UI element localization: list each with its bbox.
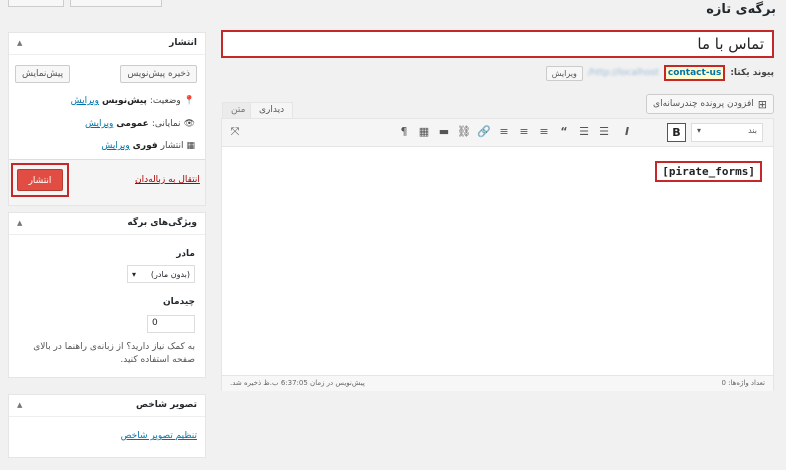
paragraph-mark-icon[interactable]: ¶ <box>397 125 411 139</box>
page-attributes-box: ویژگی‌های برگه ▲ مادر (بدون مادر) ▾ چیدم… <box>8 212 206 378</box>
status-label: وضعیت: <box>149 96 181 106</box>
media-icon: ⊞ <box>757 97 767 111</box>
featured-image-title: تصویر شاخص <box>136 400 197 410</box>
parent-select-value: (بدون مادر) <box>150 269 190 279</box>
add-media-button[interactable]: ⊞ افزودن پرونده چندرسانه‌ای <box>646 94 774 114</box>
fullscreen-icon[interactable]: ⤧ <box>228 125 242 139</box>
editor-toolbar: ⤧ ¶ ▦ ▬ ⛓ 🔗 ≡ ≡ ≡ “ ☰ ☰ I B بند ▾ <box>222 119 773 147</box>
publish-box-title: انتشار <box>169 38 197 48</box>
numbered-list-icon[interactable]: ☰ <box>577 125 591 139</box>
top-button-remnant[interactable] <box>8 0 64 7</box>
schedule-edit-link[interactable]: ویرایش <box>101 141 129 151</box>
unlink-icon[interactable]: ⛓ <box>457 125 471 139</box>
table-icon[interactable]: ▦ <box>417 125 431 139</box>
publish-label: انتشار <box>160 141 184 151</box>
editor-status-bar: پیش‌نویس در زمان 6:37:05 ب.ظ ذخیره شد. ت… <box>222 375 773 391</box>
status-row: 📍 وضعیت: پیش‌نویس ویرایش <box>71 96 195 106</box>
visibility-label: نمایانی: <box>151 119 181 129</box>
calendar-icon: ▦ <box>186 141 195 151</box>
pin-icon: 📍 <box>183 96 195 106</box>
eye-icon: 👁 <box>183 119 195 129</box>
collapse-arrow-icon[interactable]: ▲ <box>17 39 22 47</box>
bullet-list-icon[interactable]: ☰ <box>597 125 611 139</box>
toolbar-toggle-icon[interactable]: ▬ <box>437 125 451 139</box>
draft-saved-status: پیش‌نویس در زمان 6:37:05 ب.ظ ذخیره شد. <box>230 379 365 387</box>
visibility-value: عمومی <box>116 119 149 129</box>
quote-icon[interactable]: “ <box>557 125 571 139</box>
page-attributes-header[interactable]: ویژگی‌های برگه ▲ <box>9 213 205 235</box>
permalink-url: http://localhost/ <box>587 68 659 78</box>
featured-image-box: تصویر شاخص ▲ تنظیم تصویر شاخص <box>8 394 206 458</box>
order-label: چیدمان <box>163 297 195 307</box>
permalink-edit-button[interactable]: ویرایش <box>545 65 583 81</box>
align-center-icon[interactable]: ≡ <box>517 125 531 139</box>
parent-label: مادر <box>176 249 195 259</box>
set-featured-image-link[interactable]: تنظیم تصویر شاخص <box>121 431 197 441</box>
collapse-arrow-icon[interactable]: ▲ <box>17 401 22 409</box>
visibility-edit-link[interactable]: ویرایش <box>85 119 113 129</box>
visibility-row: 👁 نمایانی: عمومی ویرایش <box>85 119 195 129</box>
word-count: تعداد واژه‌ها: 0 <box>721 379 765 387</box>
publish-value: فوری <box>132 141 158 151</box>
status-value: پیش‌نویس <box>101 96 147 106</box>
move-to-trash-link[interactable]: انتقال به زباله‌دان <box>135 175 200 185</box>
permalink-row: پیوند یکتا: contact-us http://localhost/… <box>545 65 774 81</box>
format-select-value: بند <box>748 126 757 135</box>
add-media-label: افزودن پرونده چندرسانه‌ای <box>653 99 754 109</box>
chevron-down-icon: ▾ <box>132 269 137 279</box>
publish-box-header[interactable]: انتشار ▲ <box>9 33 205 55</box>
align-left-icon[interactable]: ≡ <box>537 125 551 139</box>
page-title: برگه‌ی تازه <box>706 2 776 17</box>
schedule-row: ▦ انتشار فوری ویرایش <box>101 141 195 151</box>
save-draft-button[interactable]: ذخیره پیش‌نویس <box>120 65 197 83</box>
top-button-remnant[interactable] <box>70 0 162 7</box>
format-select[interactable]: بند ▾ <box>691 123 763 142</box>
align-right-icon[interactable]: ≡ <box>497 125 511 139</box>
order-input[interactable]: 0 <box>147 315 195 333</box>
italic-button[interactable]: I <box>620 125 634 139</box>
title-input[interactable]: تماس با ما <box>221 30 774 58</box>
bold-button[interactable]: B <box>667 123 686 142</box>
featured-image-header[interactable]: تصویر شاخص ▲ <box>9 395 205 417</box>
link-icon[interactable]: 🔗 <box>477 125 491 139</box>
tab-visual[interactable]: دیداری <box>250 102 294 119</box>
permalink-label: پیوند یکتا: <box>730 68 774 78</box>
parent-select[interactable]: (بدون مادر) ▾ <box>127 265 195 283</box>
page-attributes-title: ویژگی‌های برگه <box>127 218 197 228</box>
publish-button-label: انتشار <box>17 169 63 191</box>
status-edit-link[interactable]: ویرایش <box>71 96 99 106</box>
collapse-arrow-icon[interactable]: ▲ <box>17 219 22 227</box>
preview-button[interactable]: پیش‌نمایش <box>15 65 71 83</box>
editor-content[interactable]: [pirate_forms] <box>655 161 762 182</box>
permalink-slug[interactable]: contact-us <box>663 65 726 81</box>
help-text: به کمک نیاز دارید؟ از زبانه‌ی راهنما در … <box>33 342 195 365</box>
publish-button[interactable]: انتشار <box>11 163 69 197</box>
editor-area[interactable] <box>221 118 774 391</box>
chevron-down-icon: ▾ <box>697 126 702 135</box>
